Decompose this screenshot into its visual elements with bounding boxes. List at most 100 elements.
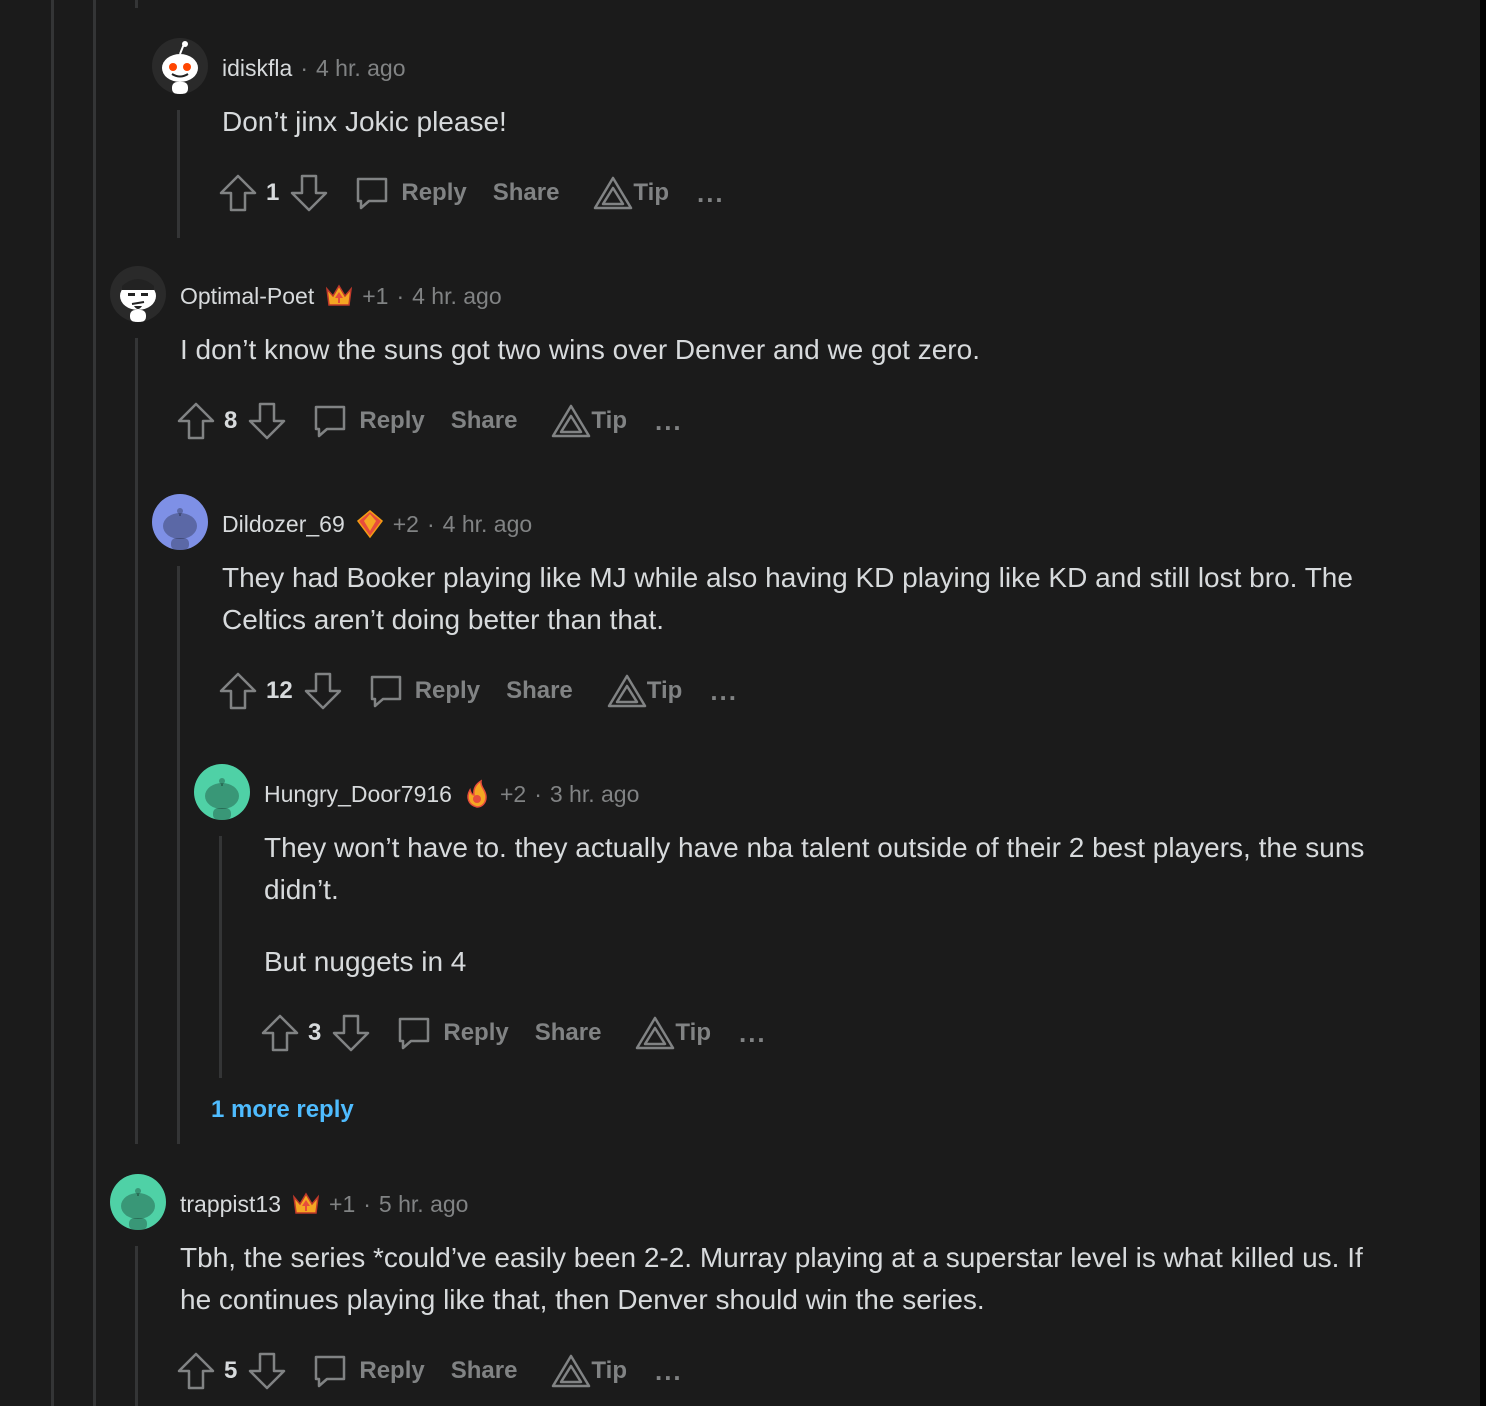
vote-score: 8 bbox=[224, 407, 238, 434]
tip-button[interactable]: Tip bbox=[607, 674, 683, 708]
reply-label: Reply bbox=[359, 1357, 425, 1384]
comment-bubble-icon bbox=[315, 405, 346, 438]
upvote-icon[interactable] bbox=[218, 671, 258, 711]
tip-label: Tip bbox=[675, 1019, 711, 1046]
triangle-tip-icon bbox=[552, 1354, 591, 1388]
gem-award-icon[interactable] bbox=[355, 509, 385, 539]
share-button[interactable]: Share bbox=[451, 1357, 518, 1385]
triangle-tip-icon bbox=[552, 404, 591, 438]
thread-line[interactable] bbox=[177, 110, 180, 238]
upvote-icon[interactable] bbox=[218, 173, 258, 213]
downvote-icon[interactable] bbox=[247, 401, 287, 441]
reply-button[interactable]: Reply bbox=[367, 672, 480, 710]
default-snoo-icon[interactable] bbox=[194, 764, 250, 820]
comment-text: But nuggets in 4 bbox=[264, 946, 467, 977]
upvote-icon[interactable] bbox=[260, 1013, 300, 1053]
tip-button[interactable]: Tip bbox=[593, 176, 669, 210]
upvote-icon[interactable] bbox=[176, 401, 216, 441]
triangle-tip-icon bbox=[594, 176, 633, 210]
username[interactable]: Hungry_Door7916 bbox=[264, 781, 452, 808]
thread-line[interactable] bbox=[177, 566, 180, 1144]
comment-actions: 1 Reply Share Tip ... bbox=[218, 171, 725, 215]
vote-score: 12 bbox=[266, 677, 293, 704]
comment-text: They won’t have to. they actually have n… bbox=[264, 832, 1365, 905]
comment-body: Don’t jinx Jokic please! bbox=[222, 101, 1362, 143]
separator: · bbox=[534, 780, 542, 807]
thread-line[interactable] bbox=[135, 0, 138, 8]
karma-change: +1 bbox=[362, 282, 389, 309]
separator: · bbox=[396, 282, 405, 309]
snoo-avatar-icon[interactable] bbox=[110, 266, 166, 322]
thread-line[interactable] bbox=[135, 338, 138, 1144]
timestamp[interactable]: 5 hr. ago bbox=[379, 1191, 469, 1218]
vote-score: 1 bbox=[266, 179, 280, 206]
crown-award-icon[interactable] bbox=[291, 1189, 321, 1219]
vote-score: 5 bbox=[224, 1357, 238, 1384]
thread-line[interactable] bbox=[219, 836, 222, 1078]
snoo-avatar-icon[interactable] bbox=[152, 38, 208, 94]
tip-button[interactable]: Tip bbox=[551, 1354, 627, 1388]
share-button[interactable]: Share bbox=[493, 179, 560, 207]
reply-label: Reply bbox=[443, 1019, 509, 1046]
reply-button[interactable]: Reply bbox=[311, 1352, 425, 1390]
thread-line[interactable] bbox=[135, 1246, 138, 1406]
comment-bubble-icon bbox=[315, 1355, 346, 1388]
reply-button[interactable]: Reply bbox=[311, 402, 425, 440]
username[interactable]: Dildozer_69 bbox=[222, 511, 345, 538]
comment-header: trappist13 +1 · 5 hr. ago bbox=[180, 1184, 468, 1224]
tip-button[interactable]: Tip bbox=[551, 404, 627, 438]
more-replies-link[interactable]: 1 more reply bbox=[211, 1096, 354, 1124]
timestamp[interactable]: 3 hr. ago bbox=[550, 781, 640, 808]
separator: · bbox=[363, 1190, 371, 1217]
more-options-icon[interactable]: ... bbox=[655, 406, 683, 437]
reply-label: Reply bbox=[359, 407, 425, 434]
downvote-icon[interactable] bbox=[289, 173, 329, 213]
tip-label: Tip bbox=[633, 179, 669, 206]
comment-bubble-icon bbox=[399, 1017, 430, 1050]
triangle-tip-icon bbox=[607, 674, 647, 708]
comment-text: I don’t know the suns got two wins over … bbox=[180, 334, 980, 365]
share-button[interactable]: Share bbox=[535, 1019, 602, 1047]
default-snoo-icon[interactable] bbox=[152, 494, 208, 550]
more-options-icon[interactable]: ... bbox=[710, 676, 738, 707]
timestamp[interactable]: 4 hr. ago bbox=[412, 283, 502, 310]
default-snoo-icon[interactable] bbox=[110, 1174, 166, 1230]
downvote-icon[interactable] bbox=[331, 1013, 371, 1053]
timestamp[interactable]: 4 hr. ago bbox=[443, 511, 533, 538]
crown-award-icon[interactable] bbox=[324, 281, 354, 311]
tip-label: Tip bbox=[646, 677, 683, 704]
username[interactable]: idiskfla bbox=[222, 55, 292, 82]
more-options-icon[interactable]: ... bbox=[697, 178, 725, 209]
downvote-icon[interactable] bbox=[247, 1351, 287, 1391]
comment-bubble-icon bbox=[370, 675, 401, 708]
karma-change: +2 bbox=[392, 510, 419, 537]
share-button[interactable]: Share bbox=[506, 677, 573, 705]
more-options-icon[interactable]: ... bbox=[655, 1356, 683, 1387]
share-button[interactable]: Share bbox=[451, 407, 518, 435]
comment-header: Dildozer_69 +2 · 4 hr. ago bbox=[222, 504, 532, 544]
thread-line[interactable] bbox=[93, 0, 96, 1406]
fire-award-icon[interactable] bbox=[462, 779, 492, 809]
downvote-icon[interactable] bbox=[303, 671, 343, 711]
comment-actions: 3 Reply Share Tip ... bbox=[260, 1011, 767, 1055]
window-edge bbox=[1480, 0, 1486, 1406]
comment-header: Optimal-Poet +1 · 4 hr. ago bbox=[180, 276, 502, 316]
separator: · bbox=[426, 510, 435, 537]
tip-button[interactable]: Tip bbox=[635, 1016, 711, 1050]
more-options-icon[interactable]: ... bbox=[739, 1018, 767, 1049]
comment-body: I don’t know the suns got two wins over … bbox=[180, 329, 1360, 371]
reply-button[interactable]: Reply bbox=[395, 1014, 509, 1052]
thread-line[interactable] bbox=[51, 0, 54, 1406]
username[interactable]: trappist13 bbox=[180, 1191, 281, 1218]
comment-header: idiskfla · 4 hr. ago bbox=[222, 48, 406, 88]
comment-text: They had Booker playing like MJ while al… bbox=[222, 562, 1353, 635]
username[interactable]: Optimal-Poet bbox=[180, 283, 314, 310]
reply-button[interactable]: Reply bbox=[353, 174, 467, 212]
upvote-icon[interactable] bbox=[176, 1351, 216, 1391]
comment-actions: 8 Reply Share Tip ... bbox=[176, 399, 683, 443]
timestamp[interactable]: 4 hr. ago bbox=[316, 55, 406, 82]
comment-header: Hungry_Door7916 +2 · 3 hr. ago bbox=[264, 774, 639, 814]
comment-body: They won’t have to. they actually have n… bbox=[264, 827, 1384, 983]
tip-label: Tip bbox=[591, 1357, 627, 1384]
reply-label: Reply bbox=[401, 179, 467, 206]
